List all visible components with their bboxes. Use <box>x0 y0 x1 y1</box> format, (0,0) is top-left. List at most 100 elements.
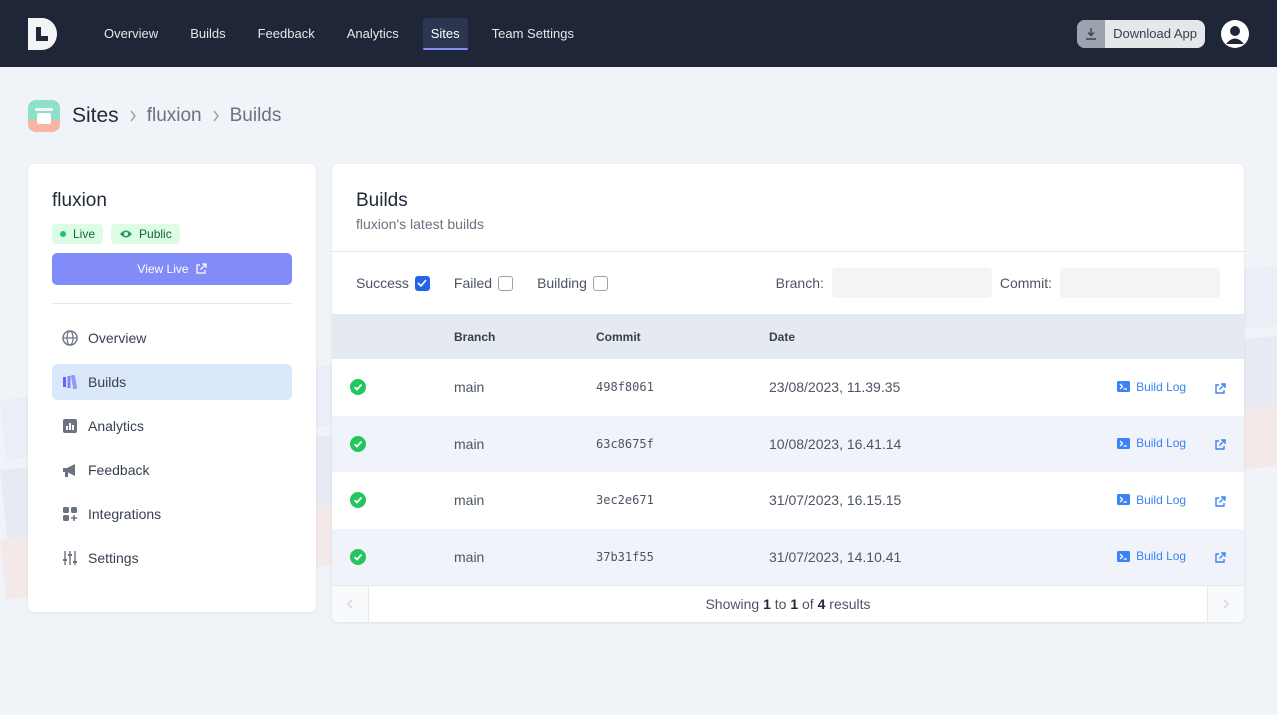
table-row: main 3ec2e671 31/07/2023, 16.15.15 Build… <box>332 472 1244 529</box>
row-branch: main <box>454 379 485 396</box>
external-link-icon <box>1215 382 1226 394</box>
bar-chart-icon <box>60 416 80 436</box>
external-link-icon <box>195 263 207 274</box>
build-log-link[interactable]: Build Log <box>1117 380 1186 394</box>
nav-builds[interactable]: Builds <box>182 18 233 49</box>
sliders-icon <box>60 548 80 568</box>
sidebar-item-analytics[interactable]: Analytics <box>52 408 292 444</box>
build-log-link[interactable]: Build Log <box>1117 436 1186 450</box>
next-page-button[interactable] <box>1207 585 1244 622</box>
nav-analytics[interactable]: Analytics <box>339 18 407 49</box>
sidebar-item-settings[interactable]: Settings <box>52 540 292 576</box>
table-header-row: Branch Commit Date <box>332 314 1244 359</box>
filter-failed-checkbox[interactable] <box>498 275 514 291</box>
terminal-icon <box>1117 381 1131 393</box>
live-badge-label: Live <box>73 227 96 241</box>
success-check-icon <box>350 548 366 565</box>
filter-success-checkbox[interactable] <box>414 275 430 291</box>
public-badge-label: Public <box>139 227 172 241</box>
row-date: 10/08/2023, 16.41.14 <box>769 435 902 452</box>
view-live-label: View Live <box>137 262 189 276</box>
table-row: main 37b31f55 31/07/2023, 14.10.41 Build… <box>332 528 1244 585</box>
builds-icon <box>60 372 80 392</box>
sidebar-item-feedback[interactable]: Feedback <box>52 452 292 488</box>
app-logo[interactable] <box>28 17 58 50</box>
open-build-external-link[interactable] <box>1214 495 1226 508</box>
pagination-to: 1 <box>790 595 799 612</box>
pagination-summary: Showing 1 to 1 of 4 results <box>369 596 1207 612</box>
breadcrumb-site[interactable]: fluxion <box>147 105 202 127</box>
sidebar-item-label: Analytics <box>88 418 145 434</box>
branch-filter-input[interactable] <box>831 268 992 298</box>
globe-icon <box>60 328 80 348</box>
breadcrumb-builds: Builds <box>229 105 282 126</box>
top-nav-bar: Overview Builds Feedback Analytics Sites… <box>0 0 1277 67</box>
success-check-icon <box>350 435 366 452</box>
build-log-link[interactable]: Build Log <box>1117 549 1186 563</box>
pagination-results: results <box>829 595 871 612</box>
filter-failed-label: Failed <box>453 275 493 291</box>
commit-filter-input[interactable] <box>1060 268 1220 298</box>
table-row: main 498f8061 23/08/2023, 11.39.35 Build… <box>332 359 1244 416</box>
nav-sites[interactable]: Sites <box>422 18 468 50</box>
prev-page-button[interactable] <box>332 585 369 622</box>
row-branch: main <box>454 548 485 565</box>
sidebar-item-label: Settings <box>88 550 139 566</box>
view-live-button[interactable]: View Live <box>52 253 292 285</box>
build-log-label: Build Log <box>1136 436 1187 451</box>
download-app-button[interactable]: Download App <box>1077 19 1205 48</box>
nav-overview[interactable]: Overview <box>96 18 166 49</box>
sidebar-item-integrations[interactable]: Integrations <box>52 496 292 532</box>
filter-success[interactable]: Success <box>356 275 430 291</box>
table-row: main 63c8675f 10/08/2023, 16.41.14 Build… <box>332 415 1244 472</box>
sidebar-item-label: Overview <box>88 330 147 346</box>
commit-column-header: Commit <box>596 329 641 344</box>
success-check-icon <box>350 492 366 509</box>
site-name: fluxion <box>52 190 107 211</box>
chevron-right-icon <box>129 110 137 122</box>
divider <box>52 303 292 304</box>
open-build-external-link[interactable] <box>1214 552 1226 564</box>
user-avatar[interactable] <box>1221 19 1249 48</box>
eye-icon <box>120 230 133 238</box>
row-date: 31/07/2023, 16.15.15 <box>769 492 902 509</box>
sidebar-item-builds[interactable]: Builds <box>52 364 292 400</box>
row-commit: 63c8675f <box>596 436 654 451</box>
open-build-external-link[interactable] <box>1214 382 1226 395</box>
row-commit: 3ec2e671 <box>596 493 654 508</box>
row-date: 31/07/2023, 14.10.41 <box>769 548 902 565</box>
build-log-label: Build Log <box>1136 549 1187 564</box>
filter-building[interactable]: Building <box>537 275 608 291</box>
builds-table: Branch Commit Date main 498f8061 23/08/2… <box>332 314 1244 585</box>
external-link-icon <box>1215 439 1226 450</box>
builds-title: Builds <box>356 190 408 211</box>
sidebar-item-label: Builds <box>88 374 127 390</box>
row-branch: main <box>454 435 485 452</box>
main-nav: Overview Builds Feedback Analytics Sites… <box>96 0 598 67</box>
pagination: Showing 1 to 1 of 4 results <box>332 585 1244 622</box>
open-build-external-link[interactable] <box>1214 439 1226 451</box>
nav-team-settings[interactable]: Team Settings <box>484 18 582 49</box>
terminal-icon <box>1117 550 1131 562</box>
pagination-of-word: of <box>802 595 814 612</box>
date-column-header: Date <box>769 329 796 344</box>
external-link-icon <box>1215 552 1226 563</box>
logo-icon <box>28 17 57 50</box>
sidebar-item-label: Feedback <box>88 462 150 478</box>
filter-building-label: Building <box>537 275 587 291</box>
terminal-icon <box>1117 494 1131 506</box>
site-sidebar-card: fluxion Live Public View Live Overview B… <box>28 164 316 612</box>
sidebar-item-overview[interactable]: Overview <box>52 320 292 356</box>
filter-success-label: Success <box>356 275 409 291</box>
filter-failed[interactable]: Failed <box>453 275 514 291</box>
chevron-right-icon <box>1223 599 1229 608</box>
build-log-link[interactable]: Build Log <box>1117 493 1186 507</box>
pagination-showing: Showing <box>705 595 760 612</box>
nav-feedback[interactable]: Feedback <box>250 18 323 49</box>
checkmark-icon <box>417 279 428 287</box>
breadcrumb: Sites fluxion Builds <box>28 99 281 133</box>
breadcrumb-sites[interactable]: Sites <box>72 104 119 128</box>
filter-building-checkbox[interactable] <box>592 275 608 291</box>
download-app-label: Download App <box>1113 26 1197 41</box>
success-check-icon <box>350 379 366 396</box>
